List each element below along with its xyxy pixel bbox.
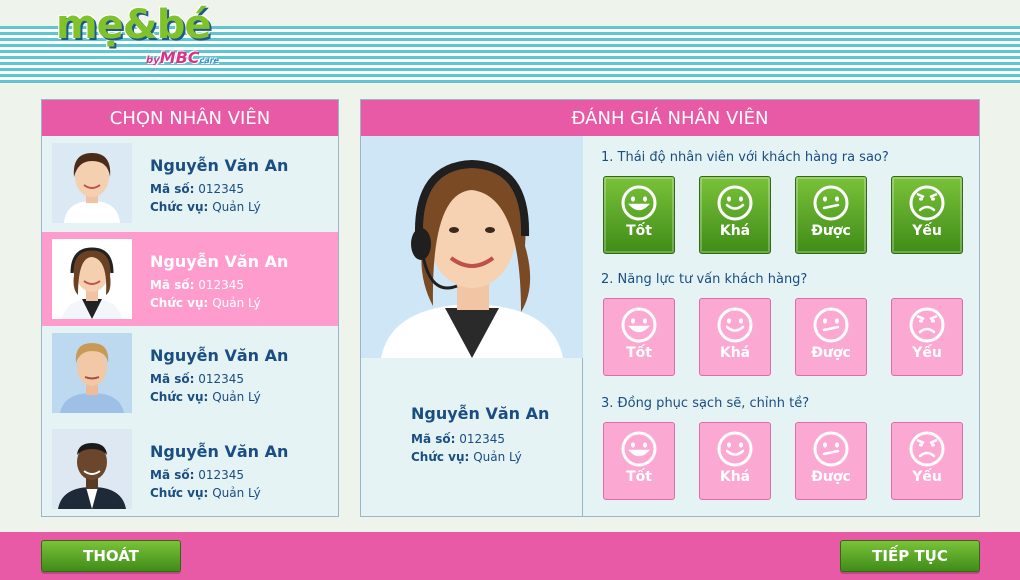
employee-name: Nguyễn Văn An — [150, 346, 289, 365]
employee-item[interactable]: Nguyễn Văn An Mã số: 012345 Chức vụ: Quả… — [42, 326, 338, 420]
question-text: 2. Năng lực tư vấn khách hàng? — [601, 272, 808, 287]
rating-label: Được — [811, 469, 851, 485]
employee-role: Chức vụ: Quản Lý — [150, 200, 261, 214]
employee-item[interactable]: Nguyễn Văn An Mã số: 012345 Chức vụ: Quả… — [42, 136, 338, 230]
employee-item[interactable]: Nguyễn Văn An Mã số: 012345 Chức vụ: Quả… — [42, 422, 338, 516]
rating-label: Tốt — [626, 223, 652, 239]
rating-button-2[interactable]: Khá — [699, 422, 771, 500]
employee-code: Mã số: 012345 — [150, 372, 245, 386]
smile-face-icon — [717, 307, 753, 343]
employee-role: Chức vụ: Quản Lý — [150, 486, 261, 500]
employee-photo — [52, 429, 132, 509]
employee-detail: Nguyễn Văn An Mã số: 012345 Chức vụ: Quả… — [361, 136, 583, 516]
employee-list-panel: CHỌN NHÂN VIÊN Nguyễn Văn An Mã số: 0123… — [41, 99, 339, 517]
rating-label: Yếu — [912, 345, 942, 361]
rating-label: Khá — [719, 345, 751, 361]
rating-label: Khá — [719, 469, 751, 485]
very-happy-face-icon — [621, 185, 657, 221]
rating-label: Tốt — [626, 345, 652, 361]
question-text: 3. Đồng phục sạch sẽ, chỉnh tề? — [601, 396, 810, 411]
rating-button-4[interactable]: Yếu — [891, 176, 963, 254]
neutral-face-icon — [813, 307, 849, 343]
rating-button-4[interactable]: Yếu — [891, 298, 963, 376]
rating-button-3[interactable]: Được — [795, 298, 867, 376]
very-happy-face-icon — [621, 431, 657, 467]
neutral-face-icon — [813, 431, 849, 467]
detail-employee-name: Nguyễn Văn An — [411, 404, 550, 423]
employee-role: Chức vụ: Quản Lý — [150, 296, 261, 310]
brand-logo: mẹ&bé byMBCcare — [54, 2, 234, 74]
rating-label: Khá — [719, 223, 751, 239]
very-happy-face-icon — [621, 307, 657, 343]
rating-button-3[interactable]: Được — [795, 176, 867, 254]
rating-button-4[interactable]: Yếu — [891, 422, 963, 500]
employee-photo — [52, 333, 132, 413]
employee-list-title: CHỌN NHÂN VIÊN — [42, 100, 338, 136]
employee-role: Chức vụ: Quản Lý — [150, 390, 261, 404]
neutral-face-icon — [813, 185, 849, 221]
smile-face-icon — [717, 431, 753, 467]
rating-label: Được — [811, 223, 851, 239]
detail-employee-code: Mã số: 012345 — [411, 432, 506, 446]
employee-code: Mã số: 012345 — [150, 182, 245, 196]
rating-button-1[interactable]: Tốt — [603, 176, 675, 254]
exit-button[interactable]: THOÁT — [41, 540, 181, 572]
angry-face-icon — [909, 307, 945, 343]
rating-label: Tốt — [626, 469, 652, 485]
rating-button-1[interactable]: Tốt — [603, 422, 675, 500]
employee-code: Mã số: 012345 — [150, 468, 245, 482]
rating-button-3[interactable]: Được — [795, 422, 867, 500]
evaluation-panel: ĐÁNH GIÁ NHÂN VIÊN Nguyễn Văn An Mã số: … — [360, 99, 980, 517]
employee-photo — [52, 143, 132, 223]
rating-label: Yếu — [912, 469, 942, 485]
smile-face-icon — [717, 185, 753, 221]
rating-button-1[interactable]: Tốt — [603, 298, 675, 376]
employee-code: Mã số: 012345 — [150, 278, 245, 292]
angry-face-icon — [909, 185, 945, 221]
rating-label: Được — [811, 345, 851, 361]
brand-name: mẹ&bé — [56, 2, 211, 48]
employee-name: Nguyễn Văn An — [150, 252, 289, 271]
employee-name: Nguyễn Văn An — [150, 156, 289, 175]
rating-button-2[interactable]: Khá — [699, 298, 771, 376]
angry-face-icon — [909, 431, 945, 467]
employee-name: Nguyễn Văn An — [150, 442, 289, 461]
detail-employee-role: Chức vụ: Quản Lý — [411, 450, 522, 464]
employee-photo — [52, 239, 132, 319]
evaluation-title: ĐÁNH GIÁ NHÂN VIÊN — [361, 100, 979, 136]
employee-item-selected[interactable]: Nguyễn Văn An Mã số: 012345 Chức vụ: Quả… — [42, 232, 338, 326]
rating-button-2[interactable]: Khá — [699, 176, 771, 254]
question-text: 1. Thái độ nhân viên với khách hàng ra s… — [601, 150, 889, 165]
brand-sub: byMBCcare — [146, 48, 220, 67]
employee-detail-photo — [361, 136, 583, 358]
rating-label: Yếu — [912, 223, 942, 239]
continue-button[interactable]: TIẾP TỤC — [840, 540, 980, 572]
